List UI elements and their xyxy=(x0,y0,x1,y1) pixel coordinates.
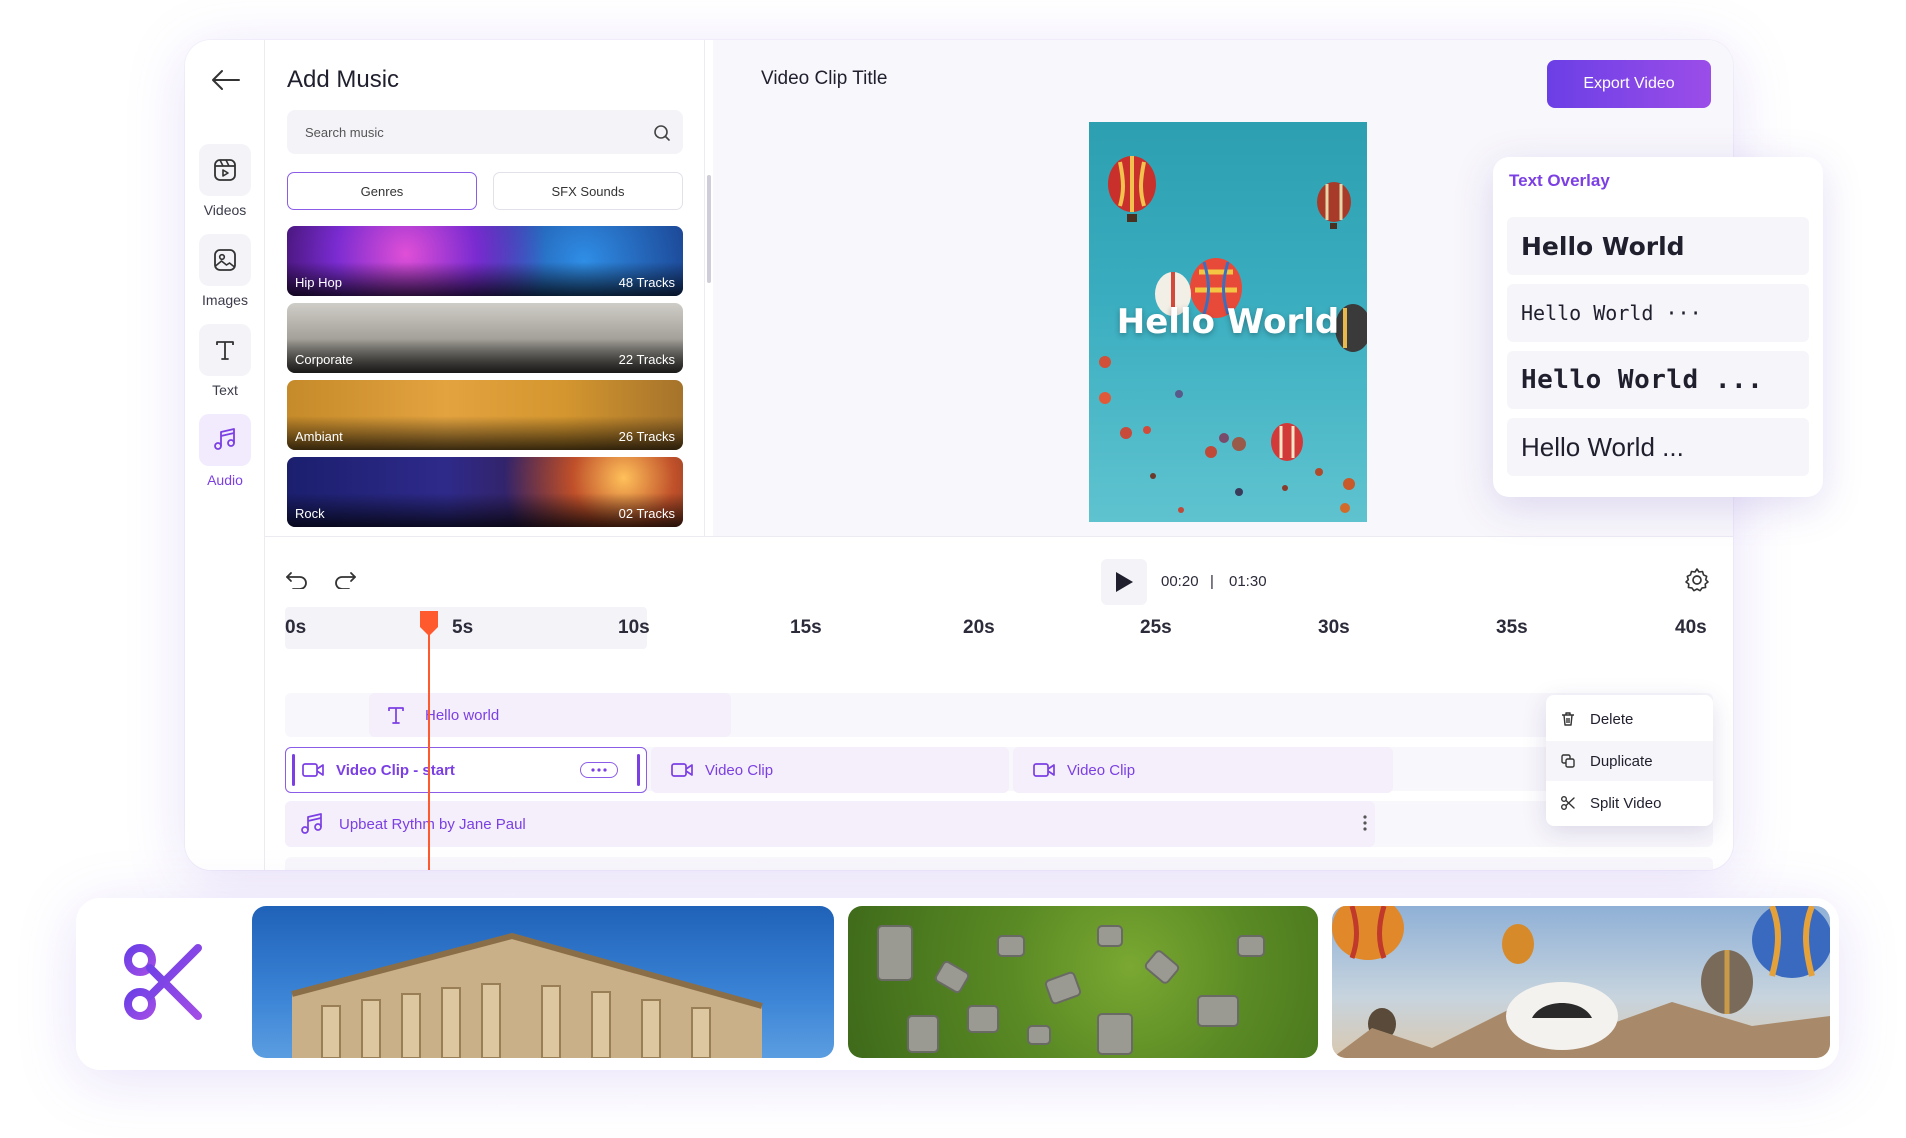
music-icon xyxy=(199,414,251,466)
music-panel: Add Music Genres SFX Sounds Hip Hop 48 T… xyxy=(265,40,705,536)
genre-card-rock[interactable]: Rock 02 Tracks xyxy=(287,457,683,527)
play-icon xyxy=(1116,572,1133,592)
music-icon xyxy=(301,813,322,834)
genre-name: Hip Hop xyxy=(295,275,342,290)
menu-item-split-video[interactable]: Split Video xyxy=(1546,783,1713,823)
redo-icon[interactable] xyxy=(333,569,357,594)
search-icon[interactable] xyxy=(653,124,671,147)
video-preview-frame[interactable]: Hello World xyxy=(1089,122,1367,522)
menu-item-label: Split Video xyxy=(1590,794,1662,812)
sidebar-item-label: Videos xyxy=(203,202,247,218)
sidebar-item-audio[interactable]: Audio xyxy=(197,414,253,492)
menu-item-label: Delete xyxy=(1590,710,1634,728)
search-music-input[interactable] xyxy=(287,110,683,154)
total-time: 01:30 xyxy=(1229,573,1267,590)
ruler-tick: 10s xyxy=(618,617,650,638)
clip-thumbnail-balloons[interactable] xyxy=(1332,906,1830,1058)
image-icon xyxy=(199,234,251,286)
clip-more-options-button[interactable] xyxy=(580,762,618,778)
clip-strip xyxy=(76,898,1839,1070)
scissors-icon[interactable] xyxy=(124,942,204,1027)
video-clip-label: Video Clip xyxy=(1067,761,1136,779)
balloons-landscape-illustration xyxy=(1332,906,1830,1058)
genre-track-count: 26 Tracks xyxy=(618,429,675,444)
genre-card-corporate[interactable]: Corporate 22 Tracks xyxy=(287,303,683,373)
video-track-clip[interactable]: Video Clip xyxy=(651,747,1009,793)
sidebar-item-videos[interactable]: Videos xyxy=(197,144,253,222)
ellipsis-icon xyxy=(591,768,607,772)
genre-name: Rock xyxy=(295,506,325,521)
empty-track-lane xyxy=(285,857,1713,870)
clip-trim-handle-right[interactable] xyxy=(637,754,640,786)
ruler-tick: 40s xyxy=(1675,617,1707,638)
text-style-bold[interactable]: Hello World xyxy=(1507,217,1809,275)
menu-item-label: Duplicate xyxy=(1590,752,1653,770)
scissors-icon xyxy=(1561,796,1575,810)
menu-item-duplicate[interactable]: Duplicate xyxy=(1546,741,1713,781)
undo-icon[interactable] xyxy=(285,569,309,594)
sidebar-item-label: Images xyxy=(202,292,248,308)
text-overlay-panel: Text Overlay Hello World Hello World ···… xyxy=(1493,157,1823,497)
genre-track-count: 48 Tracks xyxy=(618,275,675,290)
genre-track-count: 22 Tracks xyxy=(618,352,675,367)
text-style-heavy[interactable]: Hello World ... xyxy=(1507,351,1809,409)
play-button[interactable] xyxy=(1101,559,1147,605)
playhead[interactable] xyxy=(419,609,439,870)
text-style-regular[interactable]: Hello World ... xyxy=(1507,418,1809,476)
ruler-tick: 25s xyxy=(1140,617,1172,638)
video-overlay-text[interactable]: Hello World xyxy=(1089,302,1367,342)
panel-title: Add Music xyxy=(287,66,400,93)
genre-name: Corporate xyxy=(295,352,353,367)
text-icon xyxy=(199,324,251,376)
sidebar-item-label: Text xyxy=(212,382,238,398)
genre-track-count: 02 Tracks xyxy=(618,506,675,521)
sidebar-item-images[interactable]: Images xyxy=(197,234,253,312)
clip-title[interactable]: Video Clip Title xyxy=(761,68,887,90)
sidebar: Videos Images Text Audio xyxy=(185,40,265,870)
sidebar-item-label: Audio xyxy=(207,472,243,488)
audio-track-clip[interactable]: Upbeat Rythm by Jane Paul xyxy=(285,801,1375,847)
time-separator: | xyxy=(1210,573,1214,590)
video-camera-icon xyxy=(1033,763,1055,777)
export-video-button[interactable]: Export Video xyxy=(1547,60,1711,108)
video-track-clip[interactable]: Video Clip xyxy=(1013,747,1393,793)
ruler-tick: 35s xyxy=(1496,617,1528,638)
duplicate-icon xyxy=(1561,754,1575,768)
music-panel-scrollbar[interactable] xyxy=(707,175,711,283)
sidebar-item-text[interactable]: Text xyxy=(197,324,253,402)
video-track-clip-selected[interactable]: Video Clip - start xyxy=(285,747,647,793)
trash-icon xyxy=(1562,712,1574,726)
ruler-tick: 0s xyxy=(285,617,307,638)
clip-trim-handle-left[interactable] xyxy=(292,754,295,786)
menu-item-delete[interactable]: Delete xyxy=(1546,699,1713,739)
text-style-handwritten[interactable]: Hello World ··· xyxy=(1507,284,1809,342)
video-clip-label: Video Clip xyxy=(705,761,774,779)
gear-icon[interactable] xyxy=(1684,567,1710,598)
ruler-tick: 30s xyxy=(1318,617,1350,638)
tab-sfx-sounds[interactable]: SFX Sounds xyxy=(493,172,683,210)
ruler-tick: 15s xyxy=(790,617,822,638)
clip-thumbnail-stonehenge[interactable] xyxy=(848,906,1318,1058)
text-overlay-title: Text Overlay xyxy=(1509,171,1610,190)
playhead-marker-icon xyxy=(420,611,438,870)
ruler-tick: 20s xyxy=(963,617,995,638)
clip-context-menu: Delete Duplicate Split Video xyxy=(1546,695,1713,826)
tab-genres[interactable]: Genres xyxy=(287,172,477,210)
genre-card-ambiant[interactable]: Ambiant 26 Tracks xyxy=(287,380,683,450)
timeline: 00:20 | 01:30 0s 5s 10s 15s 20s 25s 30s … xyxy=(265,536,1733,870)
vertical-ellipsis-icon[interactable] xyxy=(1363,814,1367,836)
clip-thumbnail-parthenon[interactable] xyxy=(252,906,834,1058)
genre-name: Ambiant xyxy=(295,429,343,444)
text-icon xyxy=(388,707,404,724)
video-icon xyxy=(199,144,251,196)
current-time: 00:20 xyxy=(1161,573,1199,590)
genre-card-hip-hop[interactable]: Hip Hop 48 Tracks xyxy=(287,226,683,296)
ruler-tick: 5s xyxy=(452,617,474,638)
back-arrow-icon[interactable] xyxy=(211,68,241,92)
video-camera-icon xyxy=(671,763,693,777)
stonehenge-illustration xyxy=(877,925,1265,1055)
parthenon-illustration xyxy=(291,932,763,1058)
video-camera-icon xyxy=(302,763,324,777)
